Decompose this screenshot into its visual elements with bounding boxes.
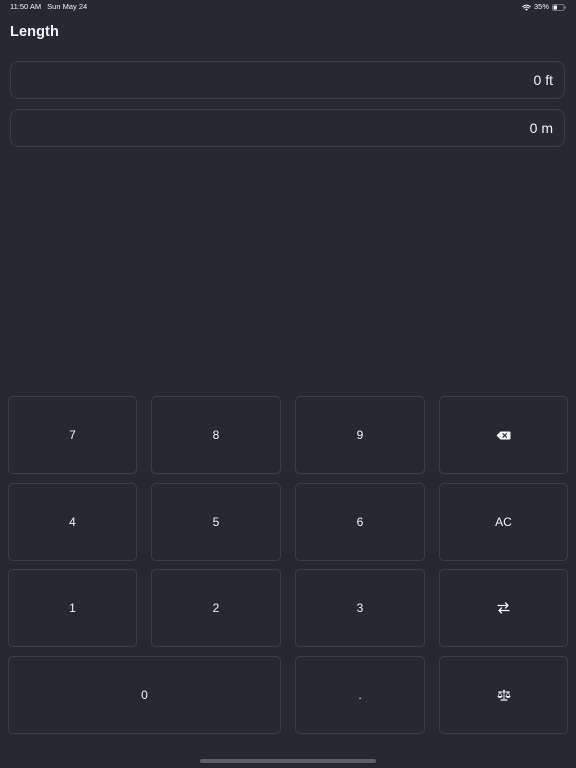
key-0[interactable]: 0 bbox=[8, 656, 281, 734]
page-title: Length bbox=[10, 24, 59, 40]
key-3[interactable]: 3 bbox=[295, 569, 425, 647]
status-right: 35% bbox=[522, 0, 566, 14]
meters-display[interactable]: 0 m bbox=[10, 109, 565, 147]
status-left: 11:50 AM Sun May 24 bbox=[10, 0, 87, 14]
key-2[interactable]: 2 bbox=[151, 569, 281, 647]
balance-scale-icon bbox=[497, 689, 511, 701]
key-1[interactable]: 1 bbox=[8, 569, 137, 647]
key-7[interactable]: 7 bbox=[8, 396, 137, 474]
status-time: 11:50 AM bbox=[10, 2, 42, 11]
backspace-icon bbox=[496, 431, 511, 440]
battery-icon bbox=[552, 3, 566, 11]
decimal-button[interactable]: . bbox=[295, 656, 425, 734]
key-8[interactable]: 8 bbox=[151, 396, 281, 474]
home-indicator[interactable] bbox=[200, 759, 376, 763]
swap-units-button[interactable] bbox=[439, 569, 568, 647]
key-4[interactable]: 4 bbox=[8, 483, 137, 561]
key-9[interactable]: 9 bbox=[295, 396, 425, 474]
feet-display[interactable]: 0 ft bbox=[10, 61, 565, 99]
swap-arrows-icon bbox=[497, 602, 510, 614]
key-6[interactable]: 6 bbox=[295, 483, 425, 561]
all-clear-button[interactable]: AC bbox=[439, 483, 568, 561]
status-date: Sun May 24 bbox=[47, 2, 88, 11]
battery-percent: 35% bbox=[533, 2, 549, 11]
wifi-icon bbox=[522, 4, 531, 11]
unit-select-button[interactable] bbox=[439, 656, 568, 734]
status-bar: 11:50 AM Sun May 24 35% bbox=[0, 0, 576, 14]
backspace-button[interactable] bbox=[439, 396, 568, 474]
key-5[interactable]: 5 bbox=[151, 483, 281, 561]
